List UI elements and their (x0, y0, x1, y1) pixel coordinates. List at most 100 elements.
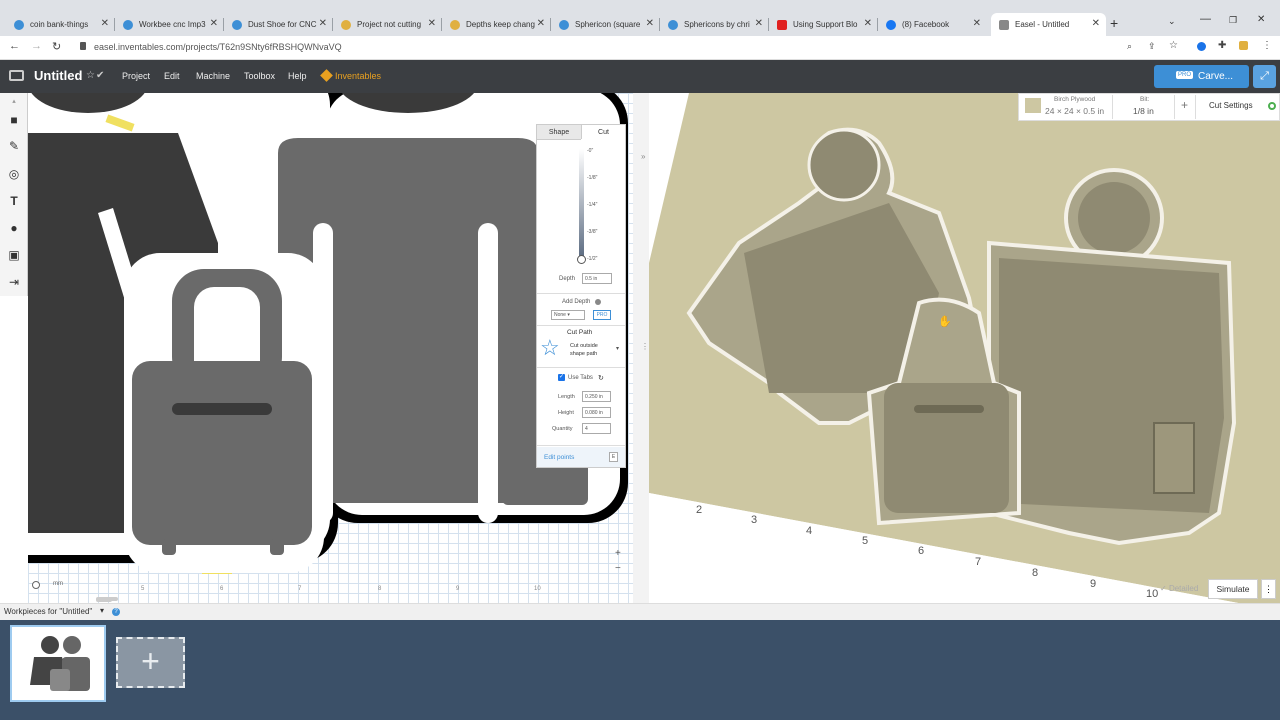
close-tab-icon[interactable]: ✕ (101, 18, 109, 29)
cut-path-value[interactable]: Cut outside shape path (570, 342, 614, 358)
pro-badge: PRO (1176, 71, 1194, 79)
height-input[interactable]: 0.080 in (582, 407, 611, 418)
import-icon[interactable]: ⇥ (5, 273, 23, 291)
menu-toolbox[interactable]: Toolbox (244, 71, 275, 81)
material-size[interactable]: 24 × 24 × 0.5 in (1045, 106, 1104, 116)
url-field[interactable]: easel.inventables.com/projects/T62n9SNty… (94, 42, 342, 52)
material-swatch[interactable] (1025, 98, 1041, 113)
dropdown-arrow-icon[interactable]: ▾ (616, 345, 619, 352)
ruler-tick-label: 7 (975, 556, 982, 568)
close-tab-icon[interactable]: ✕ (755, 18, 763, 29)
add-depth-select[interactable]: None ▾ (551, 310, 585, 320)
help-icon[interactable]: ? (112, 608, 120, 616)
browser-tab[interactable]: Dust Shoe for CNC ✕ (224, 13, 333, 36)
close-tab-icon[interactable]: ✕ (1092, 18, 1100, 29)
expand-view-icon[interactable]: ⤢ (1253, 65, 1276, 88)
new-tab-button[interactable]: + (1110, 15, 1118, 31)
close-tab-icon[interactable]: ✕ (973, 18, 981, 29)
tab-cut[interactable]: Cut (581, 125, 625, 139)
box-icon[interactable]: ▣ (5, 246, 23, 264)
close-tab-icon[interactable]: ✕ (428, 18, 436, 29)
extension-icon[interactable] (1197, 42, 1206, 51)
menu-edit[interactable]: Edit (164, 71, 180, 81)
easel-logo-icon[interactable] (9, 70, 24, 81)
restore-button[interactable]: ❐ (1229, 15, 1237, 26)
close-tab-icon[interactable]: ✕ (319, 18, 327, 29)
edit-points-link[interactable]: Edit points (544, 454, 574, 461)
minimize-button[interactable]: — (1200, 13, 1211, 25)
browser-tab[interactable]: Depths keep chang ✕ (442, 13, 551, 36)
depth-slider-track[interactable] (579, 149, 584, 259)
bookmark-star-icon[interactable]: ☆ (1169, 40, 1178, 51)
zoom-out-button[interactable]: − (615, 563, 621, 574)
close-tab-icon[interactable]: ✕ (537, 18, 545, 29)
3d-render[interactable] (649, 93, 1280, 605)
reload-icon[interactable]: ↻ (52, 40, 61, 53)
bit-value[interactable]: 1/8 in (1133, 106, 1154, 116)
back-arrow-icon[interactable]: ← (9, 40, 20, 52)
workpiece-thumbnail[interactable] (10, 625, 106, 702)
browser-tab[interactable]: Project not cutting ✕ (333, 13, 442, 36)
simulate-button[interactable]: Simulate (1208, 579, 1258, 599)
pro-badge[interactable]: PRO (593, 310, 611, 320)
puzzle-extensions-icon[interactable]: ✚ (1218, 40, 1226, 51)
refresh-icon[interactable]: ↻ (598, 374, 604, 382)
cut-settings-button[interactable]: Cut Settings (1209, 101, 1253, 110)
chrome-menu-icon[interactable]: ⋮ (1262, 40, 1272, 51)
text-icon[interactable]: T (5, 192, 23, 210)
browser-tab[interactable]: Using Support Blo ✕ (769, 13, 878, 36)
browser-tab[interactable]: Workbee cnc Imp3 ✕ (115, 13, 224, 36)
browser-tab-active[interactable]: Easel - Untitled ✕ (991, 13, 1106, 36)
zoom-icon[interactable]: ⌕ (1127, 41, 1132, 52)
browser-tab[interactable]: coin bank-things ✕ (6, 13, 115, 36)
favorite-star-icon[interactable]: ☆ (86, 70, 95, 81)
chevron-right-icon[interactable]: » (641, 152, 645, 161)
detailed-label: Detailed (1168, 584, 1199, 593)
project-title[interactable]: Untitled (34, 68, 82, 83)
tab-search-icon[interactable]: ⌄ (1168, 16, 1176, 27)
pen-icon[interactable]: ✎ (5, 137, 23, 155)
close-window-button[interactable]: ✕ (1257, 14, 1265, 25)
browser-tab[interactable]: Sphericons by chri ✕ (660, 13, 769, 36)
help-icon[interactable] (595, 299, 601, 305)
shapes-icon[interactable]: ■ (5, 111, 23, 129)
facebook-icon (886, 19, 896, 30)
material-name[interactable]: Birch Plywood (1054, 96, 1095, 103)
menu-machine[interactable]: Machine (196, 71, 230, 81)
add-workpiece-button[interactable]: + (116, 637, 185, 688)
detailed-toggle[interactable]: ✓ Detailed (1160, 584, 1198, 593)
target-icon[interactable]: ◎ (5, 165, 23, 183)
close-tab-icon[interactable]: ✕ (646, 18, 654, 29)
apple-icon[interactable]: ● (5, 219, 23, 237)
quantity-label: Quantity (552, 426, 573, 432)
quantity-input[interactable]: 4 (582, 423, 611, 434)
menu-inventables[interactable]: Inventables (335, 71, 381, 81)
depth-input[interactable]: 0.5 in (582, 273, 612, 284)
forward-arrow-icon[interactable]: → (31, 40, 42, 52)
tab-shape[interactable]: Shape (537, 125, 581, 139)
zoom-in-button[interactable]: + (615, 548, 621, 559)
chevron-down-icon[interactable]: ▾ (100, 606, 104, 615)
gear-icon[interactable] (1268, 102, 1276, 110)
menu-help[interactable]: Help (288, 71, 307, 81)
close-tab-icon[interactable]: ✕ (210, 18, 218, 29)
use-tabs-checkbox[interactable]: ✓ (558, 374, 565, 381)
collapse-chevron-icon[interactable]: ▴ (5, 93, 23, 111)
close-tab-icon[interactable]: ✕ (864, 18, 872, 29)
menu-project[interactable]: Project (122, 71, 150, 81)
drag-handle-icon[interactable]: ⋮ (641, 342, 649, 351)
carve-button[interactable]: PRO Carve... (1154, 65, 1249, 88)
depth-slider-handle[interactable] (577, 255, 586, 264)
length-input[interactable]: 0.250 in (582, 391, 611, 402)
extension-icon[interactable] (1239, 41, 1248, 50)
depth-tick-label: -0" (587, 148, 594, 154)
3d-preview[interactable]: 2 3 4 5 6 7 8 9 10 Birch Plywood 24 × 24… (649, 93, 1280, 605)
unit-toggle[interactable] (32, 581, 40, 589)
browser-tab[interactable]: (8) Facebook ✕ (878, 13, 987, 36)
add-bit-button[interactable]: + (1181, 98, 1188, 112)
more-options-icon[interactable]: ⋮ (1261, 579, 1276, 599)
star-shape-icon[interactable]: ☆ (540, 337, 560, 359)
share-icon[interactable]: ⇪ (1148, 41, 1156, 52)
panel-resize-handle[interactable] (96, 597, 112, 602)
browser-tab[interactable]: Sphericon (square ✕ (551, 13, 660, 36)
